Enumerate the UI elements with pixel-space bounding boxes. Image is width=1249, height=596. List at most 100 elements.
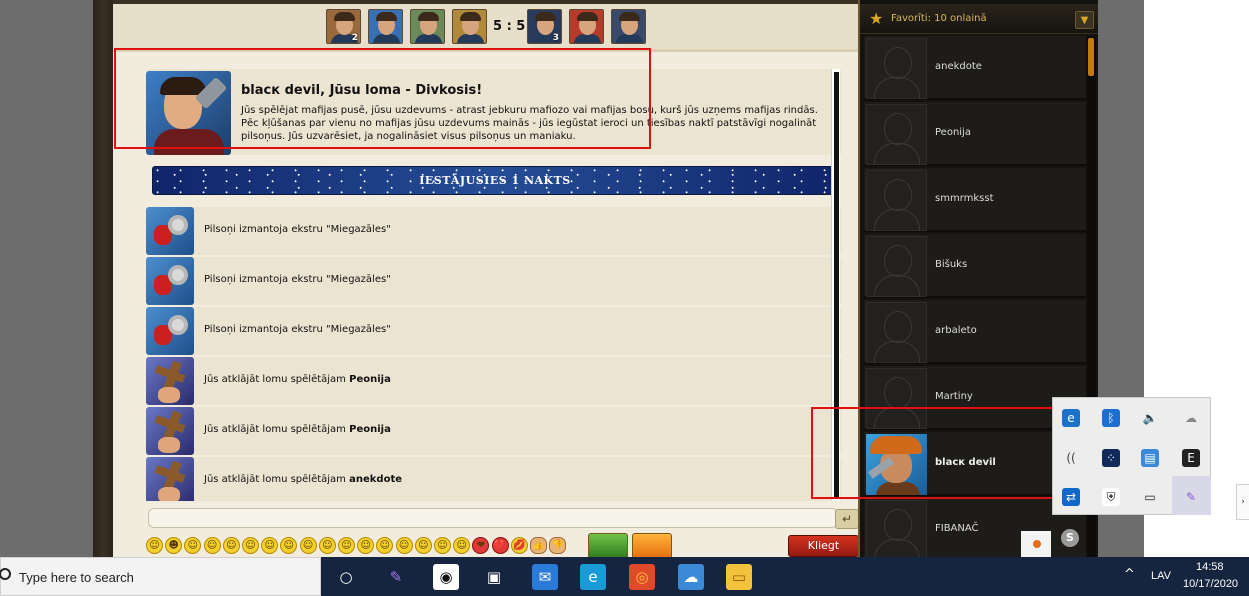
player-avatar[interactable]: [368, 9, 403, 44]
player-avatar: [866, 368, 927, 429]
left-background-band: [0, 0, 93, 557]
emoji-thumbs-up-button[interactable]: [632, 533, 672, 559]
player-avatar[interactable]: [410, 9, 445, 44]
store-icon[interactable]: ▣: [481, 564, 507, 590]
log-player-name[interactable]: Peonija: [349, 424, 391, 435]
favorite-player[interactable]: anekdote: [864, 36, 1086, 100]
team-score: 5 : 5: [493, 19, 526, 34]
log-message: Jūs atklājāt lomu spēlētājam: [204, 424, 350, 435]
emoji-button[interactable]: ☺: [222, 537, 240, 554]
player-avatar[interactable]: 3: [527, 9, 562, 44]
feather-app-icon[interactable]: ✎: [1182, 488, 1200, 506]
battery-icon[interactable]: ▭: [1141, 488, 1159, 506]
chevron-up-icon[interactable]: ^: [1124, 567, 1135, 582]
favorite-player[interactable]: arbaleto: [864, 300, 1086, 364]
player-avatar[interactable]: [569, 9, 604, 44]
player-avatar: [866, 38, 927, 99]
cortana-icon[interactable]: ○: [333, 564, 359, 590]
role-avatar: [146, 71, 231, 155]
emoji-button[interactable]: ☺: [395, 537, 413, 554]
screenshot-app-icon[interactable]: ◉: [433, 564, 459, 590]
emoji-button[interactable]: ☺: [242, 537, 259, 554]
players-bar: 2 5 : 5 3: [113, 0, 858, 52]
player-name: Peonija: [935, 127, 971, 138]
game-log[interactable]: blacк devil, Jūsu loma - Divkosis! Jūs s…: [146, 69, 842, 501]
emoji-button[interactable]: ☺: [453, 537, 471, 554]
file-explorer-icon[interactable]: ▭: [726, 564, 752, 590]
log-text: Pilsoņi izmantoja ekstru "Miegazāles": [204, 224, 391, 235]
edge-update-icon[interactable]: e: [1062, 409, 1080, 427]
emoji-button[interactable]: ❤: [472, 537, 490, 554]
game-main-area: 2 5 : 5 3 blacк devil, Jūsu loma - Divko…: [113, 0, 859, 559]
emoji-button[interactable]: 👍: [530, 537, 547, 554]
clock-time[interactable]: 14:58: [1196, 561, 1224, 573]
screen: 2 5 : 5 3 blacк devil, Jūsu loma - Divko…: [0, 0, 1249, 596]
log-row: Pilsoņi izmantoja ekstru "Miegazāles": [146, 207, 842, 255]
log-message: Pilsoņi izmantoja ekstru "Miegazāles": [204, 224, 391, 235]
emoji-button[interactable]: ☺: [414, 537, 432, 554]
clock-date[interactable]: 10/17/2020: [1183, 578, 1238, 590]
emoji-detective-button[interactable]: [588, 533, 628, 559]
language-indicator[interactable]: LAV: [1151, 570, 1171, 582]
role-description: Jūs spēlējat mafijas pusē, jūsu uzdevums…: [241, 105, 818, 142]
onedrive-icon[interactable]: ☁: [1182, 409, 1200, 427]
log-player-name[interactable]: anekdote: [349, 474, 402, 485]
favorite-player[interactable]: Peonija: [864, 102, 1086, 166]
player-avatar[interactable]: 2: [326, 9, 361, 44]
favorite-player[interactable]: smmrmksst: [864, 168, 1086, 232]
player-name: Bišuks: [935, 259, 968, 270]
night-banner: IESTĀJUSIES 1 NAKTS: [152, 166, 836, 195]
vpn-icon[interactable]: ☁: [678, 564, 704, 590]
emoji-button[interactable]: ☺: [261, 537, 279, 554]
emoji-button[interactable]: 💋: [510, 537, 528, 554]
favorites-header: ★ Favorīti: 10 onlainā ▼: [860, 4, 1098, 34]
app-icon[interactable]: ▤: [1141, 449, 1159, 467]
favorite-player[interactable]: Bišuks: [864, 234, 1086, 298]
emoji-button[interactable]: ☺: [203, 537, 221, 554]
emoji-button[interactable]: ☺: [280, 537, 298, 554]
wifi-icon[interactable]: ((: [1062, 449, 1080, 467]
skype-icon[interactable]: S: [1061, 529, 1079, 547]
log-row: Jūs atklājāt lomu spēlētājam Peonija: [146, 357, 842, 405]
cross-icon: [146, 357, 194, 405]
search-icon: [0, 568, 11, 580]
player-avatar[interactable]: [611, 9, 646, 44]
mail-icon[interactable]: ✉: [532, 564, 558, 590]
chevron-down-icon[interactable]: ▼: [1075, 11, 1094, 29]
emoji-button[interactable]: ☺: [434, 537, 451, 554]
defender-icon[interactable]: ⛨: [1102, 488, 1120, 506]
emoji-button[interactable]: 💔: [491, 537, 509, 554]
emoji-button[interactable]: ☺: [184, 537, 202, 554]
edge-expand-button[interactable]: ›: [1236, 484, 1249, 520]
volume-icon[interactable]: 🔈: [1141, 409, 1159, 427]
tray-notification-dot[interactable]: [1021, 531, 1051, 557]
role-title: blacк devil, Jūsu loma - Divkosis!: [241, 83, 483, 98]
epic-games-icon[interactable]: E: [1182, 449, 1200, 467]
send-button[interactable]: ↵: [835, 509, 859, 529]
emoji-button[interactable]: ☻: [165, 537, 183, 554]
cross-icon: [146, 407, 194, 455]
emoji-button[interactable]: ☺: [146, 537, 163, 554]
emoji-button[interactable]: ☺: [338, 537, 355, 554]
log-scrollbar-thumb[interactable]: [834, 72, 839, 498]
role-card: blacк devil, Jūsu loma - Divkosis! Jūs s…: [146, 69, 842, 155]
emoji-button[interactable]: ☺: [357, 537, 375, 554]
player-name: arbaleto: [935, 325, 977, 336]
chat-input[interactable]: [148, 508, 838, 528]
log-player-name[interactable]: Peonija: [349, 374, 391, 385]
dots-icon[interactable]: ⁘: [1102, 449, 1120, 467]
edge-icon[interactable]: e: [580, 564, 606, 590]
emoji-button[interactable]: ☺: [299, 537, 317, 554]
emoji-button[interactable]: ☺: [376, 537, 394, 554]
player-avatar[interactable]: [452, 9, 487, 44]
game-left-trim: [93, 0, 113, 557]
shout-button[interactable]: Kliegt: [788, 535, 859, 557]
emoji-button[interactable]: 👎: [549, 537, 567, 554]
feather-app-icon[interactable]: ✎: [383, 564, 409, 590]
emoji-button[interactable]: ☺: [318, 537, 336, 554]
teamviewer-icon[interactable]: ⇄: [1062, 488, 1080, 506]
chrome-icon[interactable]: ◎: [629, 564, 655, 590]
taskbar-search[interactable]: Type here to search: [0, 557, 321, 596]
bluetooth-icon[interactable]: ᛒ: [1102, 409, 1120, 427]
favorites-scrollbar-thumb[interactable]: [1088, 38, 1094, 76]
